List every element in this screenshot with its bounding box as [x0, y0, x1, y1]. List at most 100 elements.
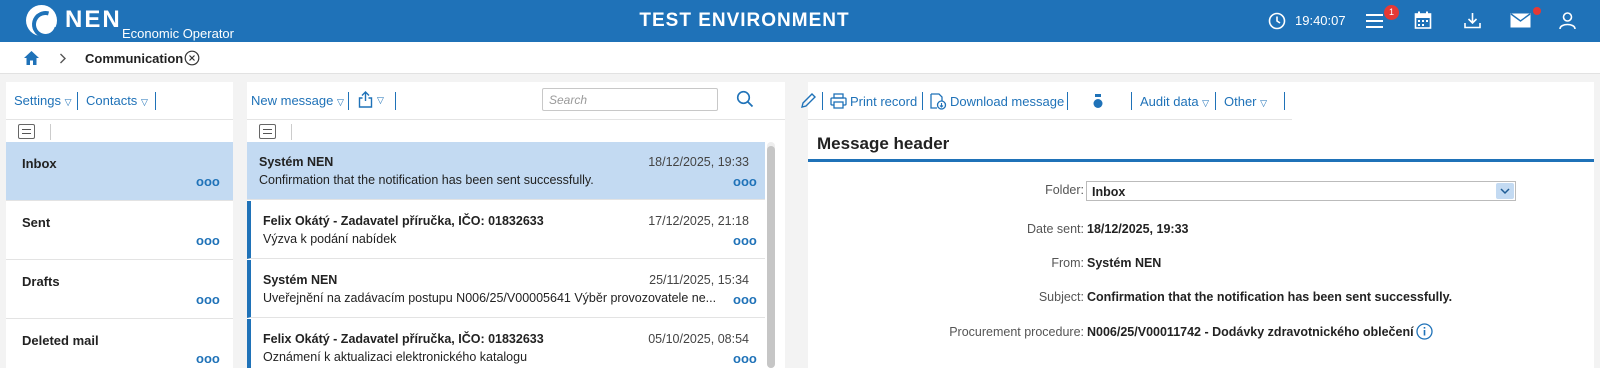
message-date: 25/11/2025, 15:34 [649, 273, 749, 287]
share-icon[interactable] [358, 91, 373, 108]
chevron-right-icon [60, 53, 66, 64]
messages-filter-row [247, 120, 785, 144]
messages-panel: New message ▽ ▽ Systém NEN 18/12/2025, 1… [247, 82, 785, 368]
mail-unread-dot [1533, 7, 1541, 15]
procurement-procedure-label: Procurement procedure: [949, 325, 1084, 339]
folders-panel: Settings ▽ Contacts ▽ Inbox ooo Sent ooo… [6, 82, 233, 368]
filter-icon[interactable] [18, 124, 35, 139]
mail-icon[interactable] [1510, 13, 1531, 28]
contacts-label: Contacts [86, 93, 138, 108]
settings-menu[interactable]: Settings ▽ [14, 93, 72, 108]
toolbar-separator [348, 92, 349, 110]
notification-badge: 1 [1384, 5, 1399, 20]
toolbar-separator [1215, 92, 1216, 110]
toolbar-separator [77, 92, 78, 110]
folder-name: Sent [22, 215, 51, 230]
toolbar-separator [922, 92, 923, 110]
folder-name: Inbox [22, 156, 57, 171]
message-date: 17/12/2025, 21:18 [648, 214, 749, 228]
subject-value: Confirmation that the notification has b… [1087, 290, 1453, 304]
chevron-down-icon: ▽ [140, 97, 148, 107]
filter-icon[interactable] [259, 124, 276, 139]
message-row[interactable]: Systém NEN 18/12/2025, 19:33 Confirmatio… [247, 142, 765, 200]
detail-toolbar: Print record Download message Audit data… [801, 82, 1292, 120]
other-label: Other [1224, 94, 1257, 109]
message-sender: Felix Okátý - Zadavatel příručka, IČO: 0… [263, 332, 544, 346]
folder-name: Drafts [22, 274, 60, 289]
more-options-icon[interactable]: ooo [733, 233, 757, 248]
search-input[interactable] [542, 88, 718, 111]
section-header: Message header [808, 124, 1594, 162]
message-subject: Oznámení k aktualizaci elektronického ka… [263, 350, 528, 364]
messages-scrollbar[interactable] [767, 142, 775, 368]
folder-label: Folder: [1045, 183, 1084, 197]
info-icon[interactable] [1416, 323, 1433, 340]
folder-select[interactable]: Inbox [1086, 181, 1516, 201]
audit-data-menu[interactable]: Audit data ▽ [1140, 94, 1209, 109]
download-message-button[interactable]: Download message [950, 94, 1064, 109]
audit-data-label: Audit data [1140, 94, 1199, 109]
menu-icon[interactable] [1365, 12, 1385, 30]
more-options-icon[interactable]: ooo [733, 292, 757, 307]
close-circle-icon[interactable] [184, 50, 200, 66]
chevron-down-icon: ▽ [1260, 98, 1268, 108]
more-options-icon[interactable]: ooo [196, 233, 220, 248]
chevron-down-icon: ▽ [1202, 98, 1210, 108]
chevron-down-icon [1500, 188, 1510, 195]
message-row[interactable]: Felix Okátý - Zadavatel příručka, IČO: 0… [247, 319, 765, 368]
folder-item-drafts[interactable]: Drafts ooo [6, 260, 233, 319]
message-sender: Systém NEN [263, 273, 338, 287]
download-icon[interactable] [1463, 11, 1482, 30]
top-bar: NEN Economic Operator TEST ENVIRONMENT 1… [0, 0, 1600, 42]
badge-icon[interactable] [1093, 94, 1103, 109]
more-options-icon[interactable]: ooo [196, 351, 220, 366]
scrollbar-thumb[interactable] [767, 146, 775, 368]
more-options-icon[interactable]: ooo [196, 174, 220, 189]
contacts-menu[interactable]: Contacts ▽ [86, 93, 148, 108]
folder-name: Deleted mail [22, 333, 99, 348]
chevron-down-icon: ▽ [64, 97, 72, 107]
folders-toolbar: Settings ▽ Contacts ▽ [6, 82, 233, 120]
procurement-procedure-value[interactable]: N006/25/V00011742 - Dodávky zdravotnické… [1087, 325, 1414, 339]
more-options-icon[interactable]: ooo [733, 174, 757, 189]
edit-icon[interactable] [800, 92, 817, 109]
breadcrumb-current: Communication [85, 51, 184, 66]
date-sent-value: 18/12/2025, 19:33 [1087, 222, 1189, 236]
new-message-label: New message [251, 93, 334, 108]
folder-item-deleted-mail[interactable]: Deleted mail ooo [6, 319, 233, 368]
print-record-button[interactable]: Print record [850, 94, 917, 109]
clock-time: 19:40:07 [1295, 13, 1346, 28]
search-icon[interactable] [736, 90, 754, 108]
select-dropdown-button[interactable] [1496, 183, 1514, 199]
date-sent-label: Date sent: [1027, 222, 1084, 236]
more-options-icon[interactable]: ooo [733, 351, 757, 366]
calendar-icon[interactable] [1414, 11, 1432, 30]
messages-toolbar: New message ▽ ▽ [247, 82, 785, 120]
breadcrumb: Communication [0, 42, 1600, 74]
other-menu[interactable]: Other ▽ [1224, 94, 1267, 109]
toolbar-separator [395, 92, 396, 110]
print-icon[interactable] [830, 93, 847, 109]
message-sender: Felix Okátý - Zadavatel příručka, IČO: 0… [263, 214, 544, 228]
chevron-down-icon[interactable]: ▽ [377, 95, 384, 106]
folder-item-inbox[interactable]: Inbox ooo [6, 142, 233, 201]
toolbar-separator [1067, 92, 1068, 110]
download-message-icon[interactable] [929, 93, 947, 110]
divider [50, 124, 51, 140]
more-options-icon[interactable]: ooo [196, 292, 220, 307]
message-date: 05/10/2025, 08:54 [648, 332, 749, 346]
subject-label: Subject: [1038, 290, 1084, 304]
message-subject: Confirmation that the notification has b… [259, 173, 594, 187]
home-icon[interactable] [23, 50, 40, 66]
message-row[interactable]: Felix Okátý - Zadavatel příručka, IČO: 0… [247, 201, 765, 259]
user-icon[interactable] [1558, 11, 1577, 30]
folders-filter-row [6, 120, 233, 144]
message-row[interactable]: Systém NEN 25/11/2025, 15:34 Uveřejnění … [247, 260, 765, 318]
environment-title: TEST ENVIRONMENT [639, 10, 850, 31]
new-message-menu[interactable]: New message ▽ [251, 93, 344, 108]
folder-item-sent[interactable]: Sent ooo [6, 201, 233, 260]
toolbar-separator [155, 92, 156, 110]
from-value: Systém NEN [1087, 256, 1162, 270]
toolbar-separator [1284, 92, 1285, 110]
toolbar-separator [822, 92, 823, 110]
